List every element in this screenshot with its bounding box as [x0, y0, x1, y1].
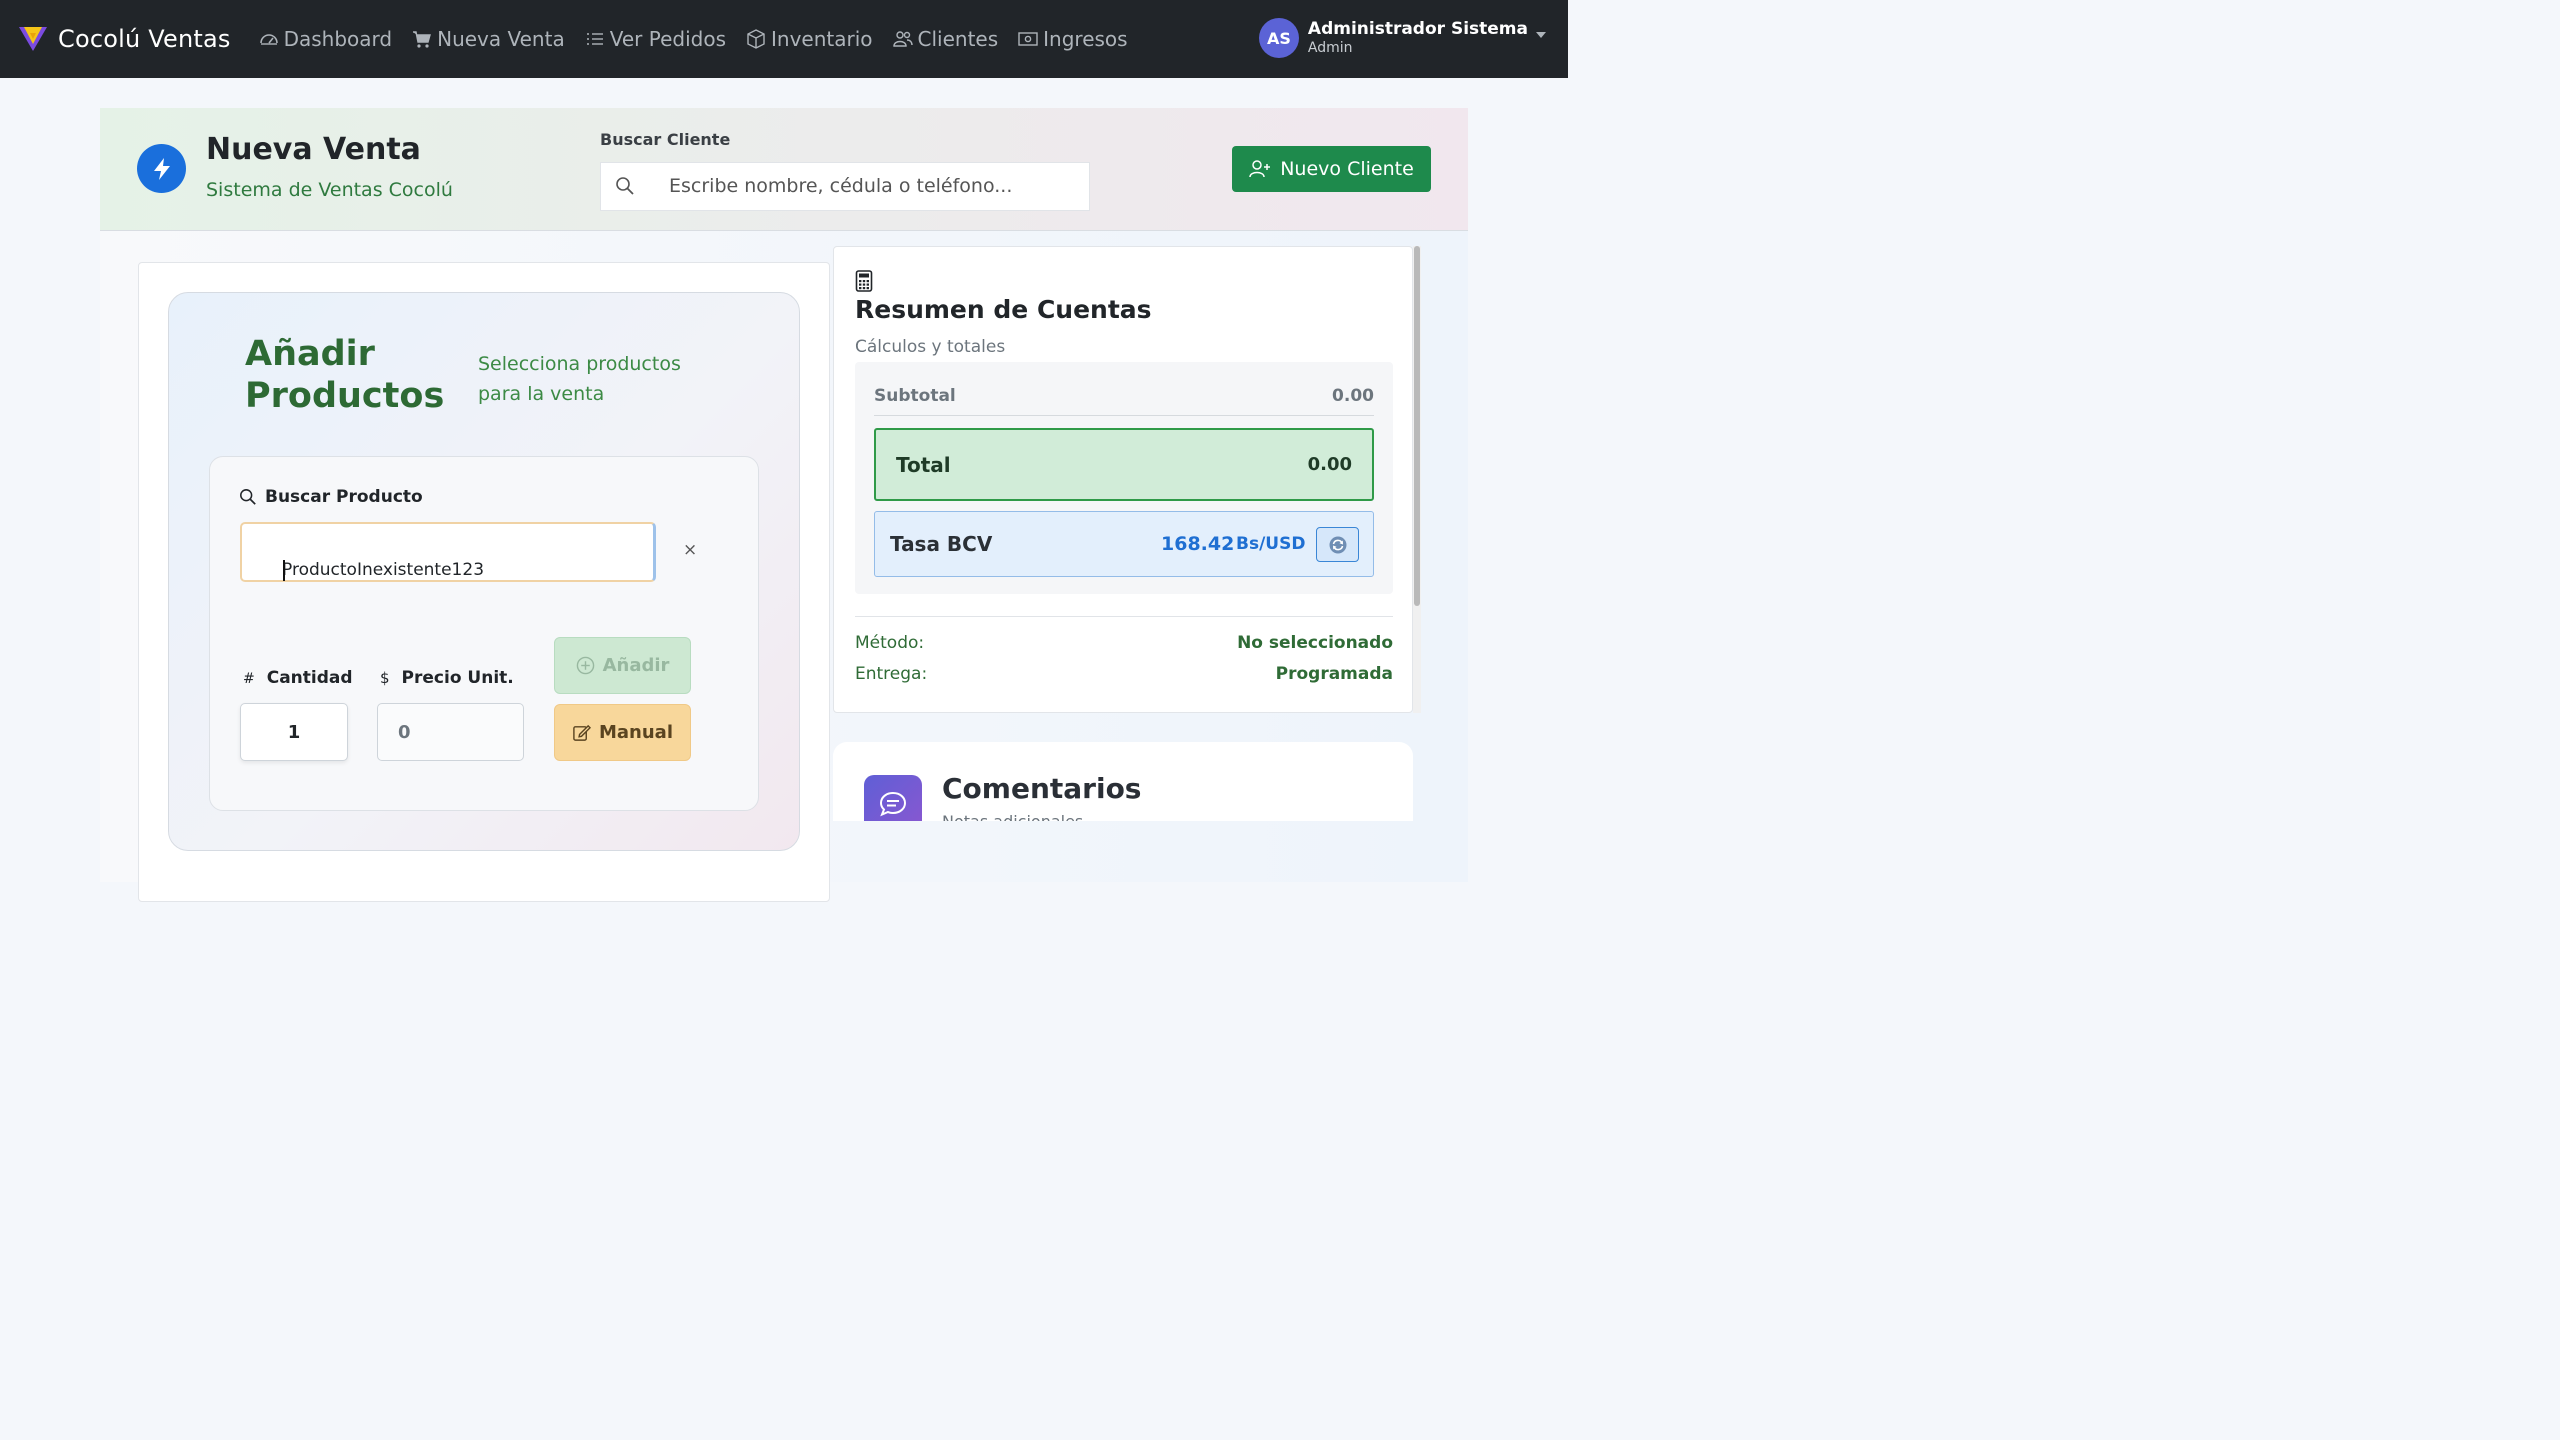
summary-scrollbar-thumb[interactable]	[1414, 246, 1420, 606]
page-title: Nueva Venta	[206, 132, 421, 167]
person-plus-icon	[1249, 160, 1271, 178]
total-row: Total 0.00	[874, 428, 1374, 501]
nav-dashboard[interactable]: Dashboard	[259, 27, 393, 51]
bcv-unit: Bs/USD	[1236, 534, 1306, 554]
people-icon	[892, 31, 913, 47]
add-products-subtitle: Selecciona productos para la venta	[478, 349, 681, 409]
refresh-rate-button[interactable]	[1316, 527, 1359, 562]
add-product-label: Añadir	[602, 655, 670, 676]
nav-ingresos[interactable]: Ingresos	[1018, 27, 1128, 51]
add-products-title-line1: Añadir	[245, 334, 375, 374]
nav-ver-pedidos[interactable]: Ver Pedidos	[585, 27, 726, 51]
customer-search-input[interactable]	[669, 175, 1069, 197]
nav-dashboard-label: Dashboard	[283, 27, 393, 51]
nav-ver-pedidos-label: Ver Pedidos	[609, 27, 726, 51]
cart-icon	[413, 31, 432, 48]
add-products-panel: Añadir Productos Selecciona productos pa…	[168, 292, 800, 851]
brand-name: Cocolú Ventas	[58, 25, 231, 53]
summary-subtitle: Cálculos y totales	[855, 337, 1006, 357]
customer-search-field[interactable]	[600, 162, 1090, 211]
product-search-input[interactable]: ProductoInexistente123	[240, 522, 656, 582]
delivery-value: Programada	[1275, 664, 1393, 684]
price-label-text: Precio Unit.	[401, 668, 514, 688]
total-value: 0.00	[1307, 454, 1352, 475]
customer-search-label: Buscar Cliente	[600, 130, 731, 149]
nav-clientes-label: Clientes	[917, 27, 999, 51]
add-products-title: Añadir Productos	[245, 333, 444, 417]
nav-ingresos-label: Ingresos	[1043, 27, 1128, 51]
product-search-label-text: Buscar Producto	[265, 487, 423, 507]
bcv-label: Tasa BCV	[890, 532, 993, 556]
payment-method-label: Método:	[855, 633, 925, 653]
user-name: Administrador Sistema	[1307, 19, 1528, 39]
summary-title: Resumen de Cuentas	[855, 295, 1152, 324]
search-icon	[616, 177, 634, 195]
payment-method-value: No seleccionado	[1237, 633, 1393, 653]
speedometer-icon	[259, 34, 278, 45]
chat-icon	[864, 775, 922, 821]
dollar-icon: $	[380, 669, 390, 687]
user-role: Admin	[1307, 40, 1353, 56]
quantity-input[interactable]: 1	[240, 703, 348, 761]
summary-card: Resumen de Cuentas Cálculos y totales Su…	[833, 246, 1413, 713]
manual-product-button[interactable]: Manual	[554, 704, 691, 761]
delivery-label: Entrega:	[855, 664, 928, 684]
caret-down-icon	[1536, 32, 1546, 38]
brand[interactable]: Cocolú Ventas	[18, 24, 231, 54]
brand-logo-icon	[19, 27, 47, 51]
nav-nueva-venta-label: Nueva Venta	[437, 27, 565, 51]
new-customer-button[interactable]: Nuevo Cliente	[1232, 146, 1431, 192]
bcv-value: 168.42	[1161, 533, 1235, 555]
bcv-rate-row: Tasa BCV 168.42 Bs/USD	[874, 511, 1374, 577]
nav-inventario-label: Inventario	[771, 27, 873, 51]
subtotal-row: Subtotal 0.00	[874, 386, 1374, 416]
manual-product-label: Manual	[598, 722, 673, 743]
total-label: Total	[896, 452, 951, 477]
add-products-title-line2: Productos	[245, 376, 445, 416]
comments-subtitle: Notas adicionales	[942, 812, 1083, 821]
add-product-button[interactable]: Añadir	[554, 637, 691, 694]
hash-icon: #	[243, 671, 255, 687]
comments-card: Comentarios Notas adicionales	[833, 742, 1413, 821]
page-subtitle: Sistema de Ventas Cocolú	[206, 179, 453, 201]
product-search-box: Buscar Producto ProductoInexistente123 ×…	[209, 456, 759, 811]
nav-inventario[interactable]: Inventario	[746, 27, 873, 51]
list-icon	[586, 33, 603, 45]
subtotal-label: Subtotal	[874, 386, 956, 406]
delivery-row: Entrega: Programada	[855, 664, 1393, 684]
payment-method-row: Método: No seleccionado	[855, 633, 1393, 653]
comments-title: Comentarios	[942, 772, 1142, 805]
nav-nueva-venta[interactable]: Nueva Venta	[412, 27, 565, 51]
search-icon	[240, 489, 256, 505]
unit-price-input[interactable]: 0	[377, 703, 524, 761]
summary-divider	[855, 616, 1393, 617]
quantity-label: # Cantidad	[243, 668, 353, 688]
edit-icon	[573, 724, 591, 741]
refresh-icon	[1329, 536, 1346, 553]
totals-panel: Subtotal 0.00 Total 0.00 Tasa BCV 168.42…	[855, 362, 1393, 594]
comments-viewport: Comentarios Notas adicionales	[833, 742, 1413, 821]
product-search-label: Buscar Producto	[239, 487, 423, 507]
add-products-subtitle-line1: Selecciona productos	[478, 353, 681, 375]
box-icon	[747, 29, 765, 49]
add-products-subtitle-line2: para la venta	[478, 383, 605, 405]
navbar: Cocolú Ventas Dashboard Nueva Venta Ver …	[0, 0, 1568, 78]
price-label: $ Precio Unit.	[380, 668, 514, 688]
sale-header: Nueva Venta Sistema de Ventas Cocolú Bus…	[100, 108, 1468, 231]
lightning-icon	[137, 144, 186, 193]
clear-search-icon[interactable]: ×	[683, 540, 697, 560]
quantity-label-text: Cantidad	[266, 668, 353, 688]
subtotal-value: 0.00	[1332, 386, 1374, 406]
user-menu[interactable]: AS Administrador Sistema Admin	[1258, 18, 1546, 58]
product-search-value: ProductoInexistente123	[282, 560, 485, 580]
text-cursor	[283, 560, 285, 581]
cash-icon	[1018, 32, 1038, 46]
new-customer-label: Nuevo Cliente	[1280, 158, 1414, 180]
plus-circle-icon	[576, 656, 594, 675]
avatar: AS	[1258, 18, 1299, 58]
calculator-icon	[855, 270, 873, 292]
nav-clientes[interactable]: Clientes	[892, 27, 999, 51]
